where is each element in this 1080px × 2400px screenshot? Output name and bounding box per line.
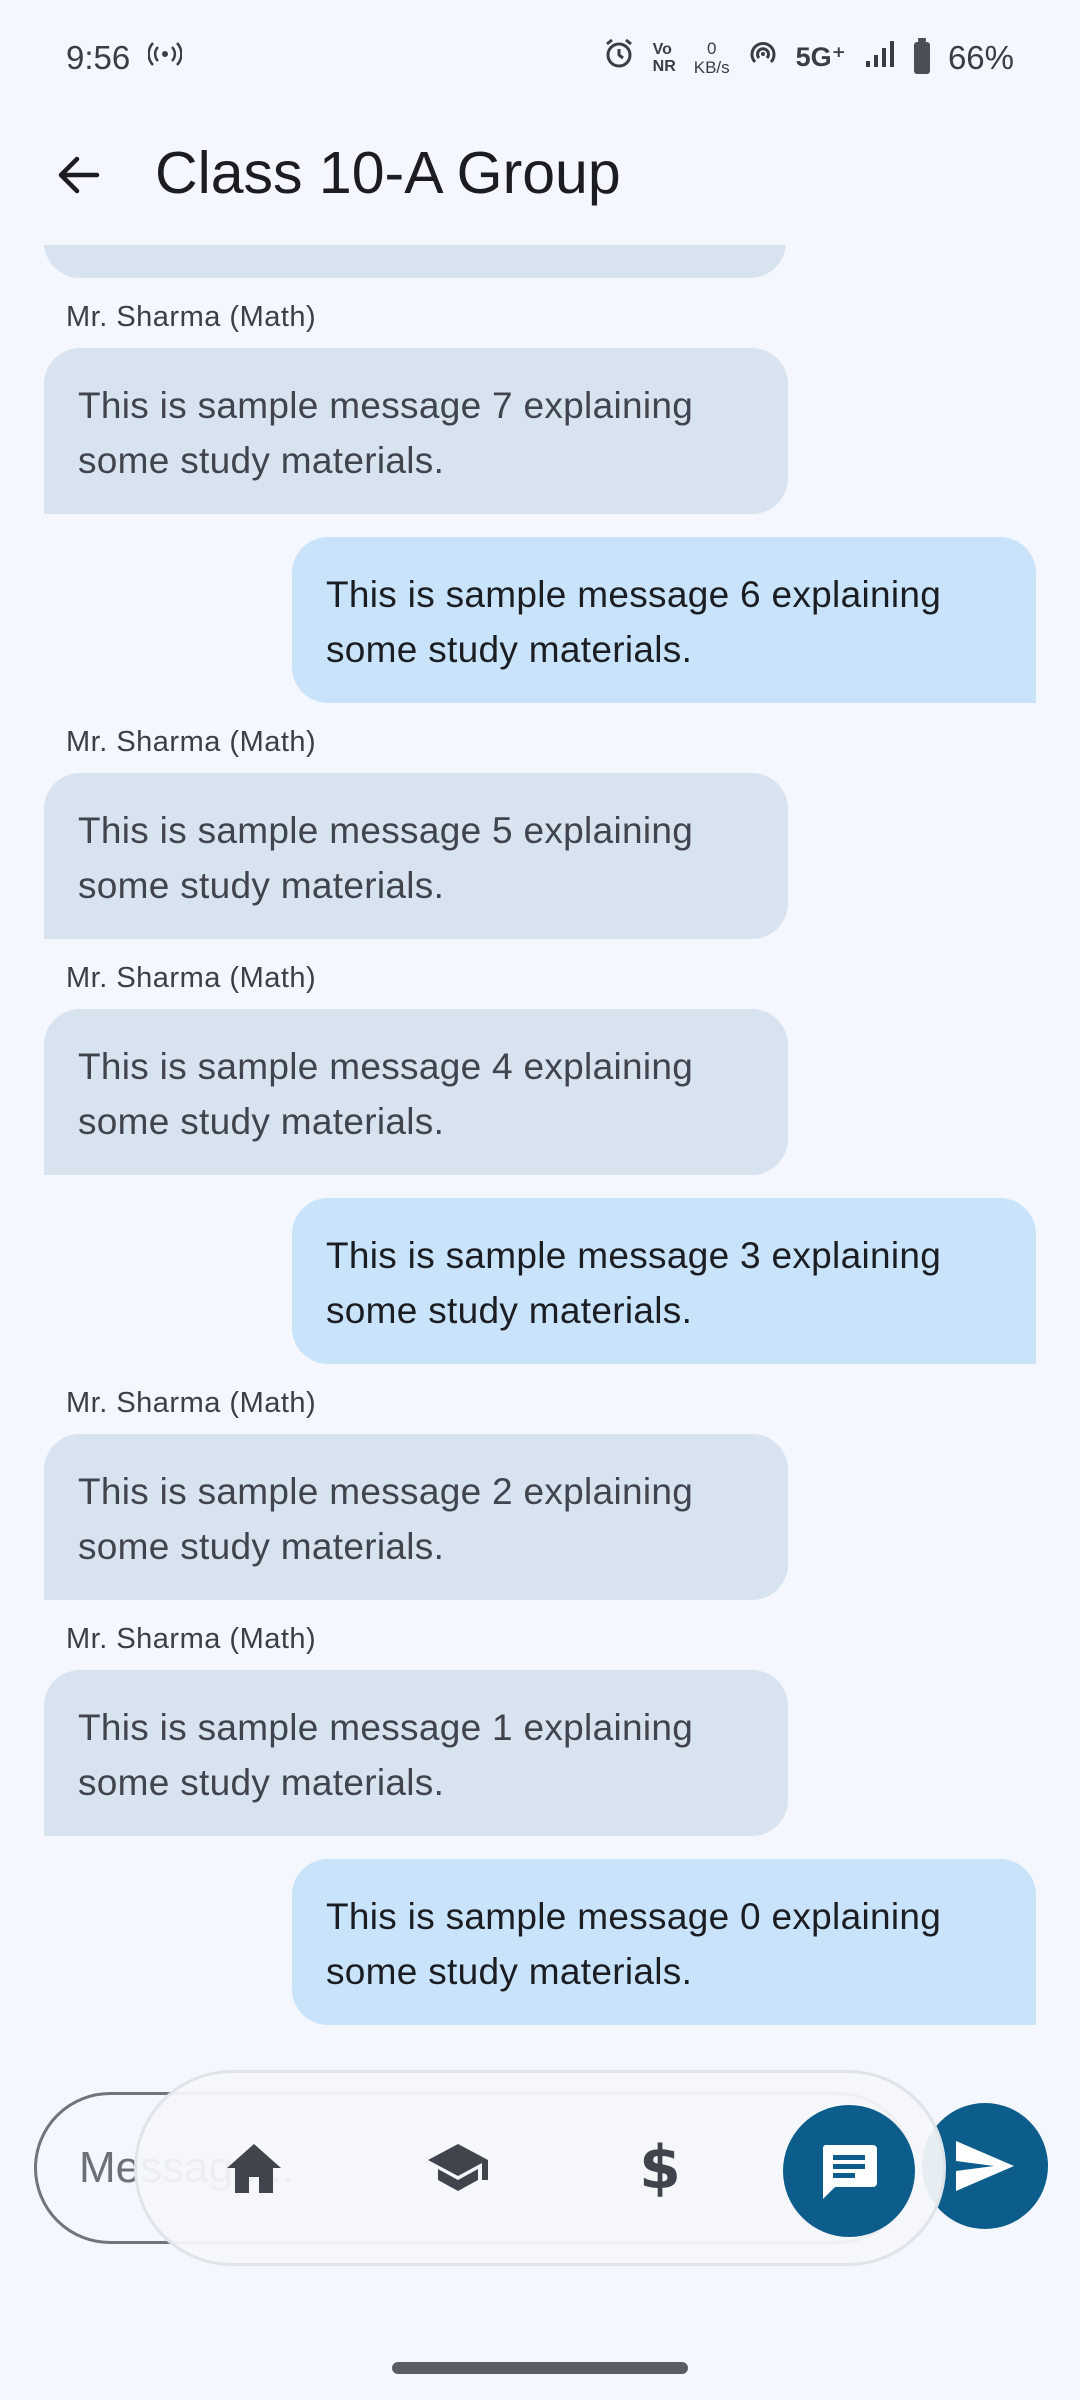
sender-name: Mr. Sharma (Math) — [66, 726, 317, 758]
network-type: 5G⁺ — [795, 42, 846, 72]
sender-name: Mr. Sharma (Math) — [66, 301, 317, 333]
incoming-message-bubble[interactable]: This is sample message 2 explaining some… — [44, 1434, 788, 1600]
status-right: Vo NR 0 KB/s 5G⁺ 66% — [603, 37, 1014, 78]
status-left: 9:56 — [66, 38, 183, 77]
message-bubble-clipped — [44, 245, 786, 278]
outgoing-message-bubble[interactable]: This is sample message 0 explaining some… — [292, 1859, 1036, 2025]
nav-learning[interactable] — [403, 2113, 513, 2223]
page-title: Class 10-A Group — [155, 140, 621, 206]
volte-indicator: Vo NR — [653, 41, 676, 75]
incoming-message-bubble[interactable]: This is sample message 4 explaining some… — [44, 1009, 788, 1175]
volte-top: Vo — [652, 40, 672, 58]
alarm-icon — [603, 38, 635, 78]
incoming-message-bubble[interactable]: This is sample message 5 explaining some… — [44, 773, 788, 939]
volte-bottom: NR — [652, 57, 676, 75]
net-speed: 0 KB/s — [694, 39, 730, 77]
wifi-calling-icon — [748, 39, 778, 77]
home-icon — [227, 2144, 281, 2193]
battery-level: 66% — [947, 38, 1014, 76]
nav-home[interactable] — [199, 2113, 309, 2223]
nav-fees[interactable]: $ — [605, 2113, 715, 2223]
app-bar: Class 10-A Group — [0, 115, 1080, 235]
sender-name: Mr. Sharma (Math) — [66, 1623, 317, 1655]
hotspot-icon — [147, 39, 183, 77]
message-list[interactable]: Mr. Sharma (Math) This is sample message… — [0, 245, 1080, 2035]
chat-icon — [822, 2145, 877, 2199]
back-button[interactable] — [46, 143, 110, 207]
home-indicator[interactable] — [392, 2362, 688, 2374]
battery-icon — [913, 37, 930, 74]
sender-name: Mr. Sharma (Math) — [66, 962, 317, 994]
outgoing-message-bubble[interactable]: This is sample message 6 explaining some… — [292, 537, 1036, 703]
arrow-back-icon — [58, 156, 100, 194]
net-speed-unit: KB/s — [693, 57, 730, 77]
net-speed-value: 0 — [706, 38, 717, 58]
status-bar: 9:56 Vo NR 0 KB/s 5G⁺ 66% — [0, 0, 1080, 115]
nav-chat[interactable] — [783, 2105, 915, 2237]
sender-name: Mr. Sharma (Math) — [66, 1387, 317, 1419]
incoming-message-bubble[interactable]: This is sample message 1 explaining some… — [44, 1670, 788, 1836]
school-icon — [428, 2144, 488, 2191]
dollar-icon: $ — [639, 2133, 681, 2203]
bottom-navigation: $ — [134, 2070, 946, 2266]
status-time: 9:56 — [66, 38, 131, 76]
outgoing-message-bubble[interactable]: This is sample message 3 explaining some… — [292, 1198, 1036, 1364]
send-icon — [956, 2141, 1014, 2191]
incoming-message-bubble[interactable]: This is sample message 7 explaining some… — [44, 348, 788, 514]
signal-icon — [864, 39, 896, 77]
